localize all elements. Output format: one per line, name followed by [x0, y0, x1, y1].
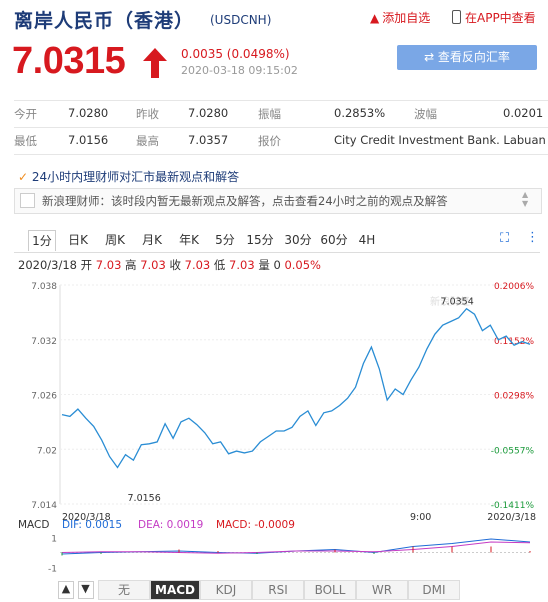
up-arrow-icon [143, 48, 167, 78]
quote-time: 2020-03-18 09:15:02 [181, 64, 298, 77]
stat-label: 波幅 [414, 107, 437, 121]
tab-4h[interactable]: 4H [356, 230, 378, 250]
news-text[interactable]: 新浪理财师：该时段内暂无最新观点及解答，点击查看24小时之前的观点及解答 [42, 193, 448, 209]
fullscreen-icon[interactable]: ⛶ [500, 231, 509, 246]
stat-value: 0.2853% [334, 106, 386, 120]
min-label: 7.0156 [128, 493, 161, 504]
add-favorite-label: 添加自选 [382, 11, 431, 25]
pct-tick-label: 0.0298% [494, 392, 534, 402]
news-heading-label: 24小时内理财师对汇市最新观点和解答 [31, 170, 240, 184]
stat-label: 昨收 [136, 107, 159, 121]
open-in-app-label: 在APP中查看 [465, 11, 536, 25]
pct-tick-label: 0.2006% [494, 282, 534, 292]
stat-label: 最高 [136, 134, 159, 148]
price-change: 0.0035 (0.0498%) [181, 47, 290, 61]
macd-label: MACD [18, 519, 49, 531]
page-title: 离岸人民币（香港） [14, 10, 195, 32]
indicator-macd[interactable]: MACD [150, 580, 200, 600]
stat-label: 最低 [14, 134, 37, 148]
macd-y-tick: 1 [51, 535, 57, 545]
indicator-boll[interactable]: BOLL [304, 580, 356, 600]
y-tick-label: 7.026 [31, 392, 57, 402]
phone-icon [452, 10, 461, 24]
y-tick-label: 7.02 [37, 446, 57, 456]
tab-60min[interactable]: 60分 [318, 230, 350, 250]
price-chart[interactable]: 7.038 0.2006%7.032 0.1152%7.026 0.0298%7.02… [0, 270, 548, 578]
dif-readout: DIF: 0.0015 [62, 519, 122, 531]
tab-month[interactable]: 月K [139, 230, 165, 250]
stat-label: 报价 [258, 134, 281, 148]
tab-year[interactable]: 年K [176, 230, 202, 250]
x-tick-label: 9:00 [410, 512, 431, 523]
reverse-rate-button[interactable]: ⇄ 查看反向汇率 [397, 45, 537, 70]
prev-icon[interactable]: ▲ [58, 581, 74, 599]
add-favorite-button[interactable]: ▲ 添加自选 [370, 9, 430, 26]
x-tick-label: 2020/3/18 [487, 512, 536, 523]
nav-arrows: ▲ ▼ [58, 581, 94, 599]
indicator-rsi[interactable]: RSI [252, 580, 304, 600]
indicator-none[interactable]: 无 [98, 580, 150, 600]
stat-label: 振幅 [258, 107, 281, 121]
price-line [61, 307, 531, 469]
indicator-wr[interactable]: WR [356, 580, 408, 600]
stat-label: 今开 [14, 107, 37, 121]
tab-5min[interactable]: 5分 [212, 230, 238, 250]
stat-value: 7.0357 [188, 133, 229, 147]
news-heading[interactable]: ✓ 24小时内理财师对汇市最新观点和解答 [18, 168, 239, 185]
max-label: 7.0354 [441, 297, 474, 308]
y-tick-label: 7.014 [31, 501, 57, 511]
indicator-dmi[interactable]: DMI [408, 580, 460, 600]
tab-15min[interactable]: 15分 [244, 230, 276, 250]
favorite-icon: ▲ [370, 11, 380, 25]
stats-row: 今开 7.0280 昨收 7.0280 振幅 0.2853% 波幅 0.0201 [0, 101, 548, 127]
pct-tick-label: -0.0557% [491, 446, 535, 456]
check-icon: ✓ [18, 170, 29, 184]
tab-week[interactable]: 周K [102, 230, 128, 250]
stat-value: 7.0280 [188, 106, 229, 120]
stat-value: 7.0280 [68, 106, 109, 120]
news-scroll-arrows-icon[interactable]: ▲ ▼ [522, 190, 528, 208]
y-tick-label: 7.032 [31, 337, 57, 347]
symbol-code: (USDCNH) [210, 13, 272, 27]
open-in-app-button[interactable]: 在APP中查看 [452, 9, 536, 26]
next-icon[interactable]: ▼ [77, 581, 94, 599]
y-tick-label: 7.038 [31, 282, 57, 292]
current-price: 7.0315 [12, 40, 126, 82]
stat-value: 0.0201 [503, 106, 544, 120]
tab-30min[interactable]: 30分 [282, 230, 314, 250]
macd-readout: MACD: -0.0009 [216, 519, 295, 531]
tab-day[interactable]: 日K [65, 230, 91, 250]
stats-row: 最低 7.0156 最高 7.0357 报价 City Credit Inves… [0, 128, 548, 154]
macd-y-tick: -1 [48, 565, 57, 575]
tab-1min[interactable]: 1分 [28, 230, 56, 251]
more-icon[interactable]: ⋮ [526, 230, 539, 245]
dea-line [61, 541, 531, 554]
tabs-divider [14, 252, 540, 253]
divider [14, 154, 548, 155]
stat-value: 7.0156 [68, 133, 109, 147]
indicator-kdj[interactable]: KDJ [200, 580, 252, 600]
pct-tick-label: -0.1411% [491, 501, 535, 511]
dea-readout: DEA: 0.0019 [138, 519, 203, 531]
advisor-avatar-icon [20, 193, 35, 208]
stat-value: City Credit Investment Bank. Labuan [334, 133, 546, 147]
